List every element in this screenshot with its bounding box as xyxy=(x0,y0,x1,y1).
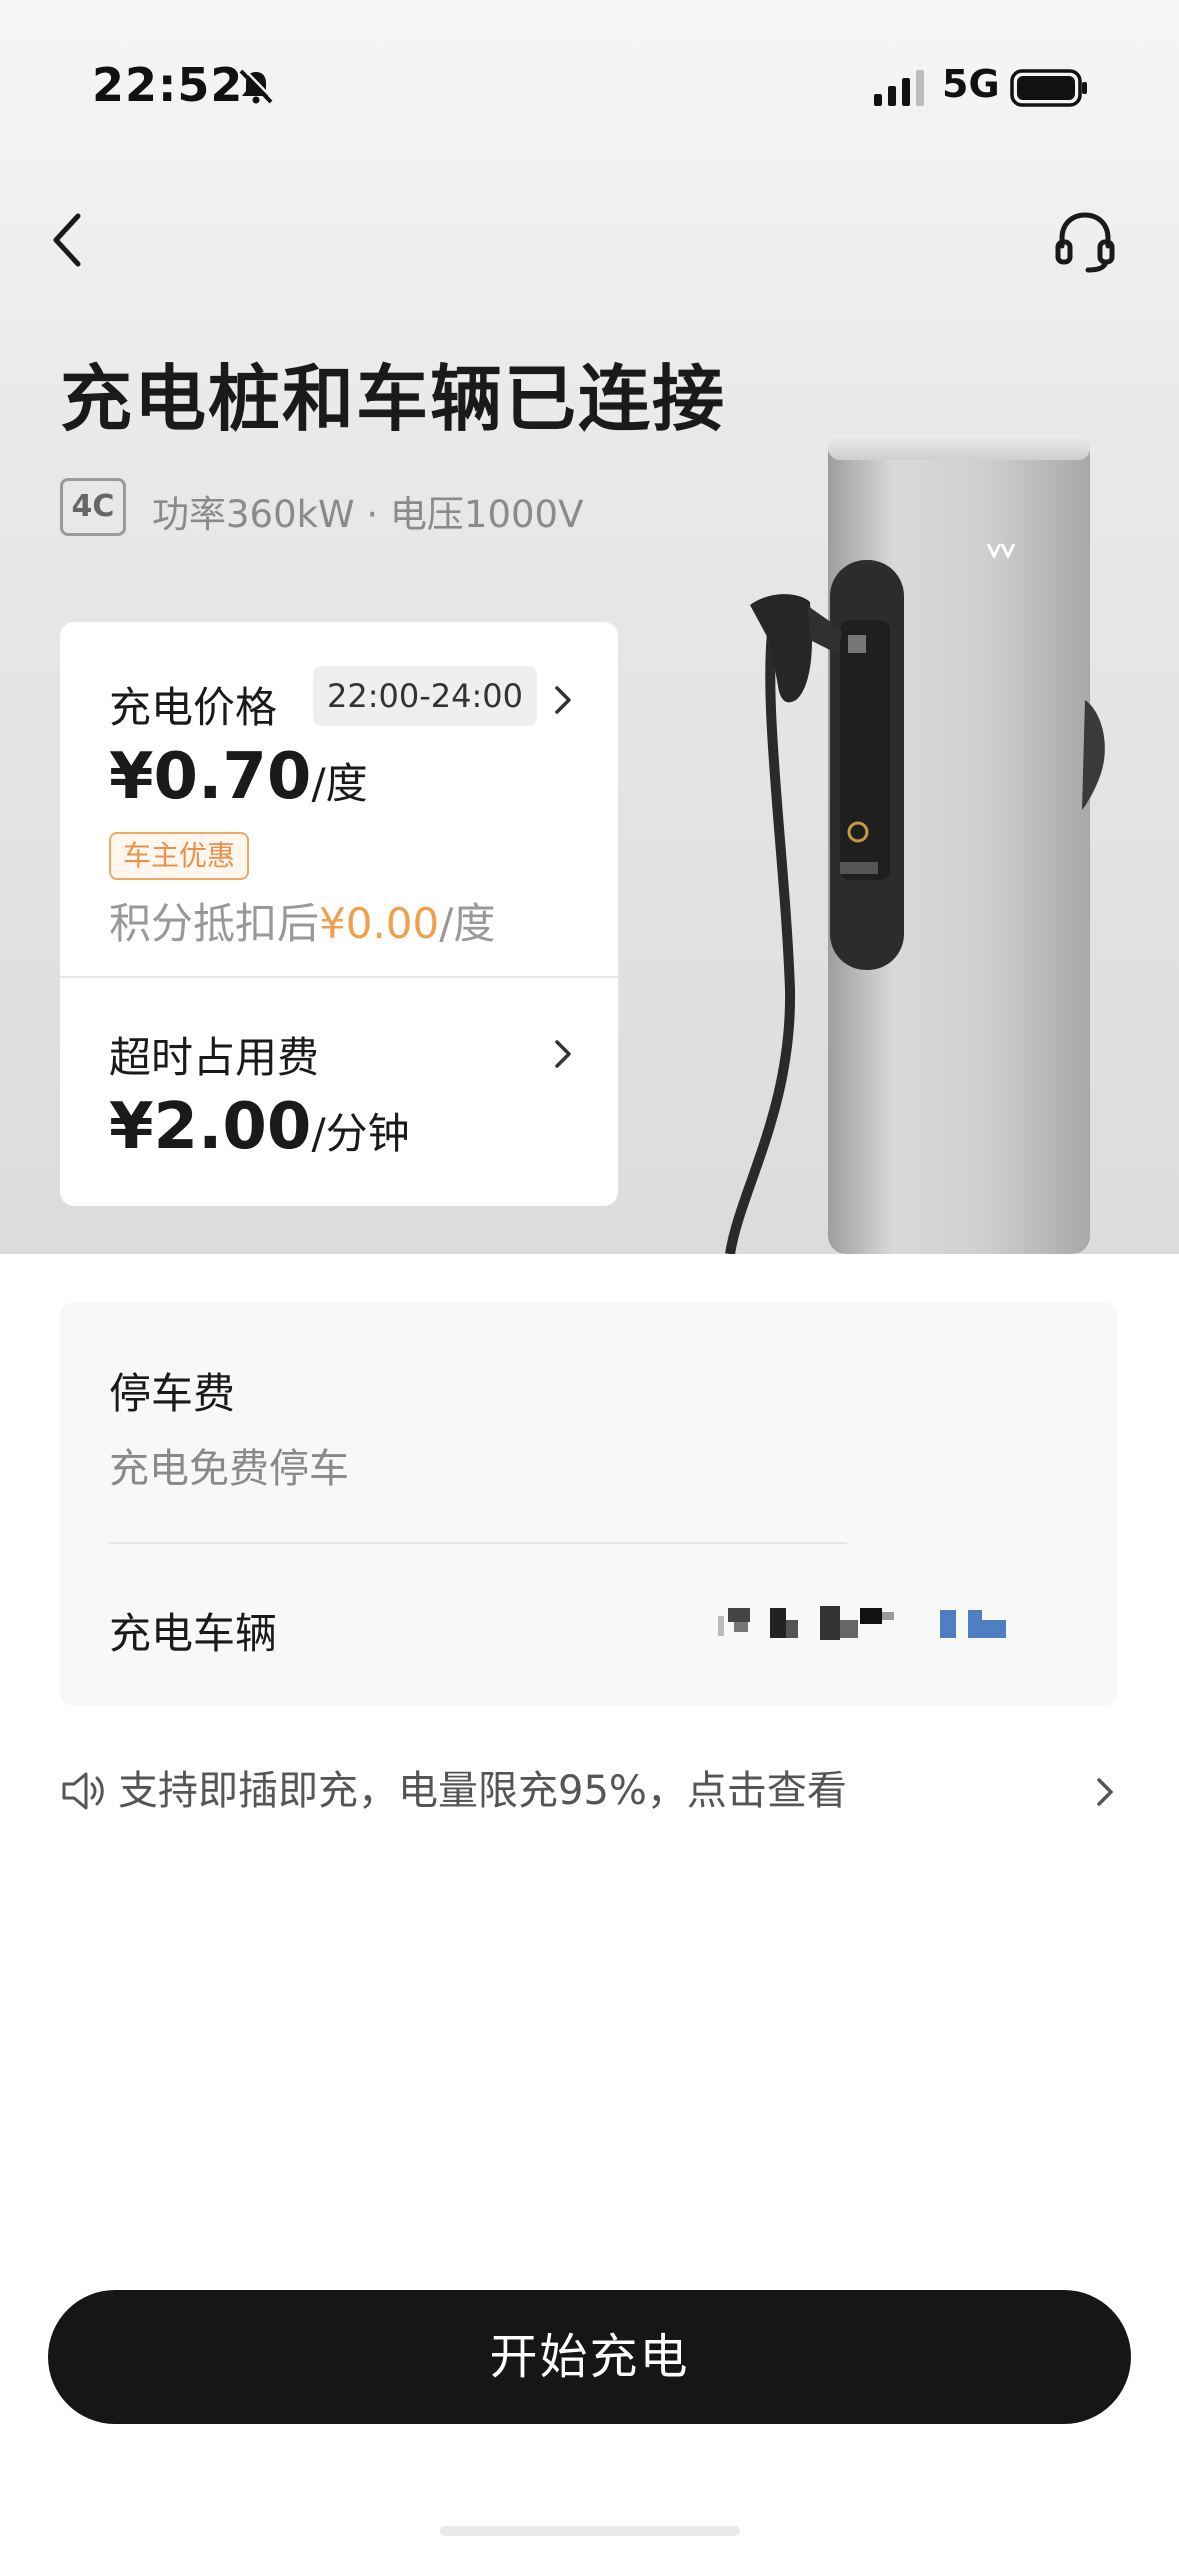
chevron-left-icon[interactable] xyxy=(40,200,100,280)
pixelated-plate-number[interactable] xyxy=(710,1600,1090,1650)
charger-illustration xyxy=(725,434,1105,1254)
hero-section: 22:52 5G 充电桩和车辆已连接 4C 功率360kW · 电压1000V xyxy=(0,0,1179,1254)
overtime-unit: /分钟 xyxy=(311,1109,410,1158)
deduct-price: ¥0.00 xyxy=(319,899,440,948)
charging-notice[interactable]: 支持即插即充，电量限充95%，点击查看 xyxy=(60,1760,1120,1822)
price-unit: /度 xyxy=(311,759,368,808)
charge-price: ¥0.70/度 xyxy=(109,740,368,814)
signal-icon xyxy=(874,70,924,106)
status-bar: 22:52 5G xyxy=(0,0,1179,170)
headset-icon[interactable] xyxy=(1050,206,1120,276)
network-type: 5G xyxy=(942,62,1000,106)
owner-discount-tag: 车主优惠 xyxy=(109,832,250,880)
price-value: ¥0.70 xyxy=(109,740,312,814)
parking-fee-value: 充电免费停车 xyxy=(109,1446,349,1492)
battery-icon xyxy=(1010,69,1087,107)
points-deduct-text: 积分抵扣后¥0.00/度 xyxy=(109,890,495,951)
info-card: 停车费 充电免费停车 充电车辆 xyxy=(60,1302,1118,1706)
spec-badge: 4C xyxy=(60,478,126,536)
chevron-right-icon[interactable] xyxy=(548,680,578,720)
page-title: 充电桩和车辆已连接 xyxy=(60,357,727,441)
start-charging-button[interactable]: 开始充电 xyxy=(48,2290,1131,2424)
price-card[interactable]: 充电价格 22:00-24:00 ¥0.70/度 车主优惠 积分抵扣后¥0.00… xyxy=(60,622,618,1206)
bell-off-icon xyxy=(239,68,275,104)
home-indicator xyxy=(440,2526,740,2536)
divider xyxy=(60,976,618,978)
chevron-right-icon[interactable] xyxy=(1090,1772,1120,1812)
deduct-unit: /度 xyxy=(439,899,496,948)
overtime-value: ¥2.00 xyxy=(109,1090,312,1164)
charge-price-label: 充电价格 xyxy=(109,683,278,732)
time-range-badge: 22:00-24:00 xyxy=(313,666,537,726)
overtime-price: ¥2.00/分钟 xyxy=(109,1090,410,1164)
chevron-right-icon[interactable] xyxy=(548,1034,578,1074)
divider xyxy=(109,1542,847,1544)
speaker-icon xyxy=(62,1772,104,1810)
notice-text: 支持即插即充，电量限充95%，点击查看 xyxy=(118,1768,847,1814)
overtime-fee-label: 超时占用费 xyxy=(109,1033,320,1082)
charging-vehicle-label: 充电车辆 xyxy=(109,1609,278,1658)
status-time: 22:52 xyxy=(92,58,244,112)
spec-text: 功率360kW · 电压1000V xyxy=(152,493,584,536)
parking-fee-label: 停车费 xyxy=(109,1369,236,1418)
deduct-prefix: 积分抵扣后 xyxy=(109,899,320,948)
